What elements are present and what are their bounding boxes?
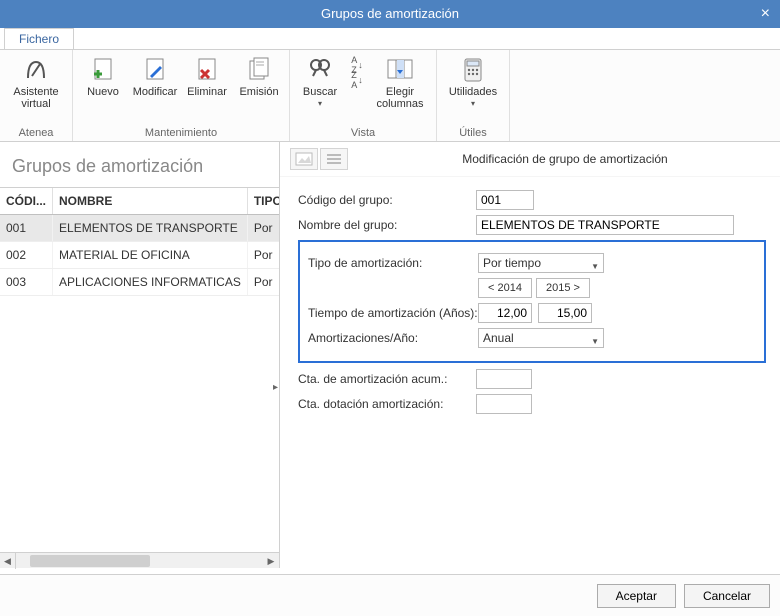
year-prev-button[interactable]: < 2014 bbox=[478, 278, 532, 298]
modify-icon bbox=[139, 54, 171, 86]
delete-icon bbox=[191, 54, 223, 86]
sort-buttons: AZ↓ ZA↓ bbox=[348, 58, 366, 87]
cta-acum-input[interactable] bbox=[476, 369, 532, 389]
content: Grupos de amortización CÓDI... NOMBRE TI… bbox=[0, 142, 780, 568]
search-label: Buscar bbox=[303, 86, 337, 98]
detail-pane: Modificación de grupo de amortización ▸ … bbox=[280, 142, 780, 568]
assistant-label: Asistente virtual bbox=[13, 86, 58, 110]
close-icon[interactable]: × bbox=[761, 0, 770, 28]
form: ▸ Código del grupo: Nombre del grupo: Ti… bbox=[280, 177, 780, 427]
window-title: Grupos de amortización bbox=[321, 6, 459, 21]
expand-handle[interactable]: ▸ bbox=[271, 377, 280, 397]
label-name: Nombre del grupo: bbox=[298, 218, 476, 232]
ribbon-group-maint: Nuevo Modificar Eliminar Emisión bbox=[73, 50, 290, 141]
group-label-view: Vista bbox=[351, 127, 375, 141]
modify-label: Modificar bbox=[133, 86, 178, 98]
sort-desc-button[interactable]: ZA↓ bbox=[348, 73, 366, 87]
emit-icon bbox=[243, 54, 275, 86]
cell-type: Por bbox=[247, 215, 279, 242]
new-icon bbox=[87, 54, 119, 86]
ribbon: Asistente virtual Atenea Nuevo Modificar bbox=[0, 50, 780, 142]
cell-name: ELEMENTOS DE TRANSPORTE bbox=[53, 215, 248, 242]
cell-name: APLICACIONES INFORMATICAS bbox=[53, 269, 248, 296]
col-type[interactable]: TIPO bbox=[247, 188, 279, 215]
emit-label: Emisión bbox=[239, 86, 278, 98]
panel-header: Modificación de grupo de amortización bbox=[280, 142, 780, 177]
assistant-button[interactable]: Asistente virtual bbox=[6, 52, 66, 112]
chevron-down-icon: ▾ bbox=[471, 98, 475, 110]
label-years: Tiempo de amortización (Años): bbox=[308, 306, 478, 320]
cell-name: MATERIAL DE OFICINA bbox=[53, 242, 248, 269]
code-input[interactable] bbox=[476, 190, 534, 210]
title-bar: Grupos de amortización × bbox=[0, 0, 780, 28]
label-cta-dot: Cta. dotación amortización: bbox=[298, 397, 476, 411]
table-row[interactable]: 002 MATERIAL DE OFICINA Por bbox=[0, 242, 279, 269]
calculator-icon bbox=[457, 54, 489, 86]
label-peryear: Amortizaciones/Año: bbox=[308, 331, 478, 345]
cell-code: 001 bbox=[0, 215, 53, 242]
emit-button[interactable]: Emisión bbox=[235, 52, 283, 100]
tab-file[interactable]: Fichero bbox=[4, 28, 74, 49]
cta-dot-input[interactable] bbox=[476, 394, 532, 414]
assistant-icon bbox=[20, 54, 52, 86]
delete-label: Eliminar bbox=[187, 86, 227, 98]
ribbon-group-atenea: Asistente virtual Atenea bbox=[0, 50, 73, 141]
group-label-maint: Mantenimiento bbox=[145, 127, 217, 141]
image-view-icon[interactable] bbox=[290, 148, 318, 170]
search-button[interactable]: Buscar ▾ bbox=[296, 52, 344, 112]
group-label-utils: Útiles bbox=[459, 127, 487, 141]
columns-icon bbox=[384, 54, 416, 86]
col-code[interactable]: CÓDI... bbox=[0, 188, 53, 215]
footer: Aceptar Cancelar bbox=[0, 574, 780, 616]
peryear-select[interactable]: Anual bbox=[478, 328, 604, 348]
panel-title: Modificación de grupo de amortización bbox=[360, 152, 770, 166]
cancel-button[interactable]: Cancelar bbox=[684, 584, 770, 608]
amortization-section: Tipo de amortización: Por tiempo < 2014 … bbox=[298, 240, 766, 363]
left-pane: Grupos de amortización CÓDI... NOMBRE TI… bbox=[0, 142, 280, 568]
columns-label: Elegir columnas bbox=[376, 86, 423, 110]
label-type: Tipo de amortización: bbox=[308, 256, 478, 270]
tab-strip: Fichero bbox=[0, 28, 780, 50]
search-icon bbox=[304, 54, 336, 86]
scroll-thumb[interactable] bbox=[30, 555, 150, 567]
col-name[interactable]: NOMBRE bbox=[53, 188, 248, 215]
chevron-down-icon: ▾ bbox=[318, 98, 322, 110]
utilities-button[interactable]: Utilidades ▾ bbox=[443, 52, 503, 112]
ribbon-group-utils: Utilidades ▾ Útiles bbox=[437, 50, 510, 141]
label-code: Código del grupo: bbox=[298, 193, 476, 207]
page-title: Grupos de amortización bbox=[0, 142, 279, 187]
cell-type: Por bbox=[247, 242, 279, 269]
scroll-right-icon[interactable]: ▶ bbox=[263, 553, 279, 569]
group-label-atenea: Atenea bbox=[19, 127, 54, 141]
years-b-input[interactable] bbox=[538, 303, 592, 323]
accept-button[interactable]: Aceptar bbox=[597, 584, 676, 608]
name-input[interactable] bbox=[476, 215, 734, 235]
new-button[interactable]: Nuevo bbox=[79, 52, 127, 100]
scroll-left-icon[interactable]: ◀ bbox=[0, 553, 16, 569]
years-a-input[interactable] bbox=[478, 303, 532, 323]
modify-button[interactable]: Modificar bbox=[131, 52, 179, 100]
data-grid[interactable]: CÓDI... NOMBRE TIPO 001 ELEMENTOS DE TRA… bbox=[0, 187, 279, 552]
horizontal-scrollbar[interactable]: ◀ ▶ bbox=[0, 552, 279, 568]
year-next-button[interactable]: 2015 > bbox=[536, 278, 590, 298]
table-row[interactable]: 001 ELEMENTOS DE TRANSPORTE Por bbox=[0, 215, 279, 242]
cell-type: Por bbox=[247, 269, 279, 296]
ribbon-group-view: Buscar ▾ AZ↓ ZA↓ Elegir columnas Vista bbox=[290, 50, 437, 141]
new-label: Nuevo bbox=[87, 86, 119, 98]
label-cta-acum: Cta. de amortización acum.: bbox=[298, 372, 476, 386]
cell-code: 002 bbox=[0, 242, 53, 269]
utilities-label: Utilidades bbox=[449, 86, 497, 98]
columns-button[interactable]: Elegir columnas bbox=[370, 52, 430, 112]
list-view-icon[interactable] bbox=[320, 148, 348, 170]
table-row[interactable]: 003 APLICACIONES INFORMATICAS Por bbox=[0, 269, 279, 296]
cell-code: 003 bbox=[0, 269, 53, 296]
type-select[interactable]: Por tiempo bbox=[478, 253, 604, 273]
delete-button[interactable]: Eliminar bbox=[183, 52, 231, 100]
